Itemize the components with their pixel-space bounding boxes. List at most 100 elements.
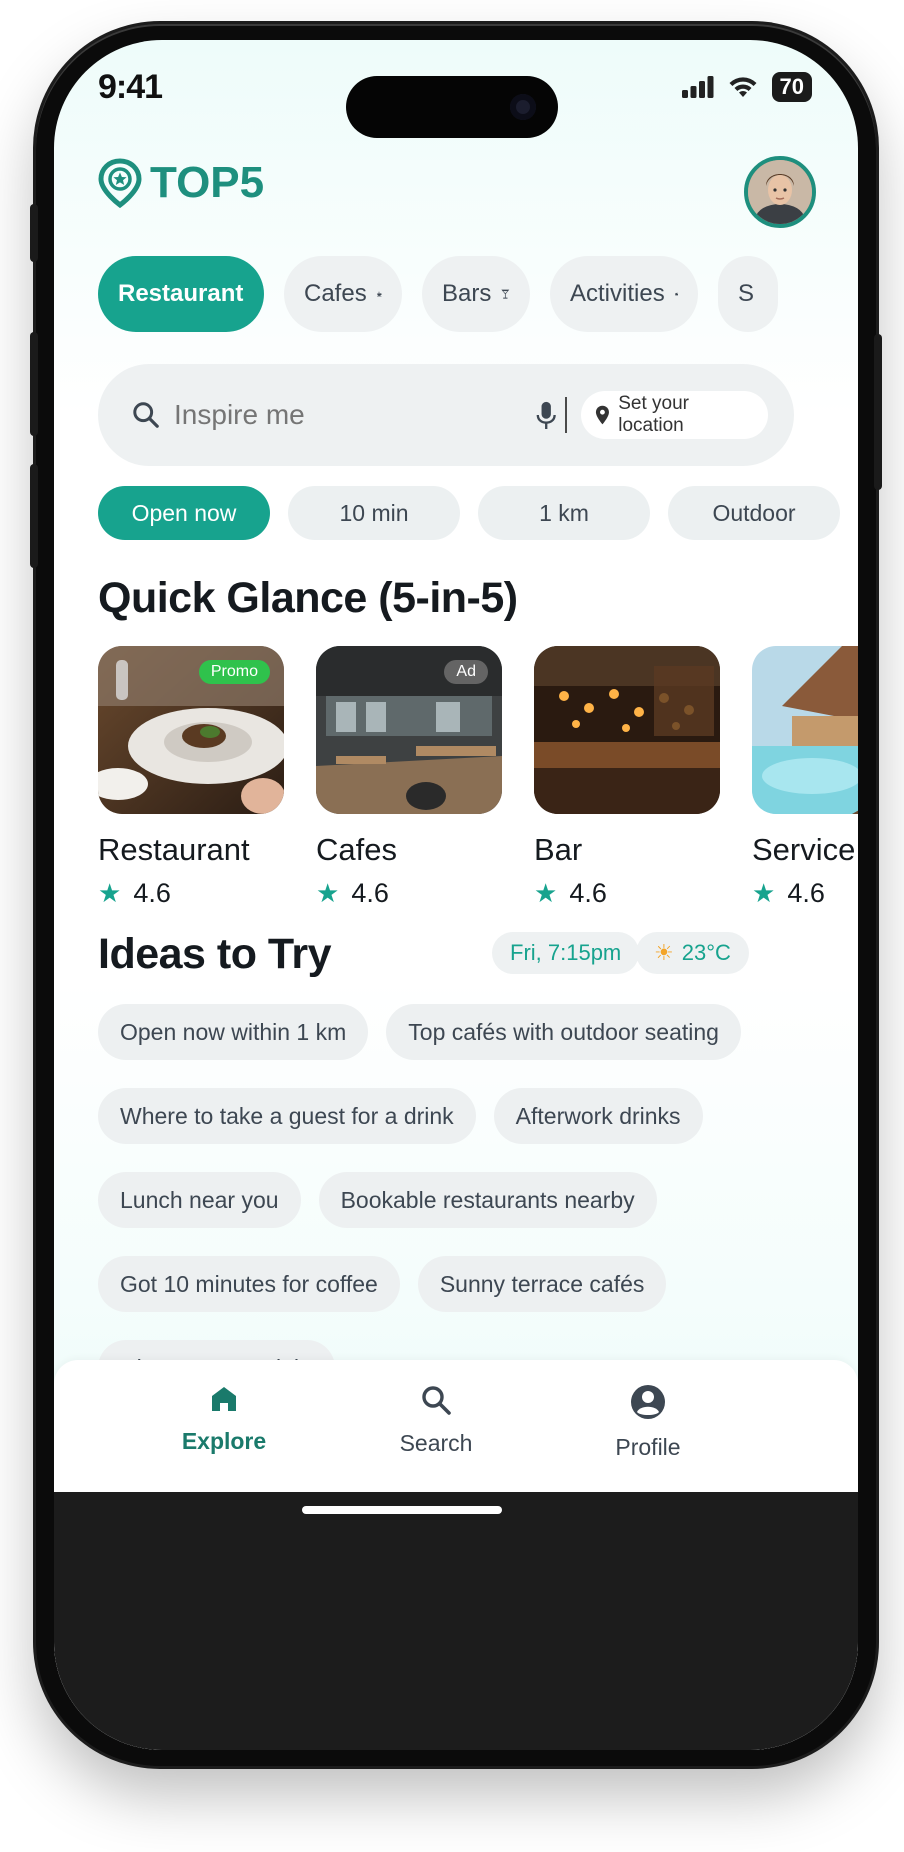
category-more[interactable]: S <box>718 256 778 332</box>
search-icon <box>422 1386 451 1415</box>
service-photo <box>752 646 858 814</box>
filter-10-min[interactable]: 10 min <box>288 486 460 540</box>
quick-glance-card[interactable]: Ad Cafes ★ 4.6 <box>316 646 502 909</box>
card-rating: ★ 4.6 <box>98 878 284 909</box>
filter-open-now[interactable]: Open now <box>98 486 270 540</box>
ticket-icon <box>674 292 678 296</box>
restaurant-photo: Promo <box>98 646 284 814</box>
search-input[interactable] <box>174 399 536 431</box>
battery-indicator: 70 <box>771 72 812 102</box>
app-logo[interactable]: TOP5 <box>98 158 264 208</box>
card-title: Bar <box>534 832 583 867</box>
ideas-row: Got 10 minutes for coffee Sunny terrace … <box>98 1256 814 1312</box>
promo-badge: Promo <box>198 660 270 684</box>
user-circle-icon <box>631 1385 665 1419</box>
status-icons: 70 <box>681 72 812 102</box>
cocktail-icon <box>501 289 510 299</box>
set-location-button[interactable]: Set your location <box>581 391 768 439</box>
ideas-row: Where to take a guest for a drink Afterw… <box>98 1088 814 1144</box>
category-restaurant[interactable]: Restaurant <box>98 256 264 332</box>
quick-glance-card[interactable]: Bar ★ 4.6 <box>534 646 720 909</box>
bottom-bezel <box>54 1492 858 1750</box>
category-activities[interactable]: Activities <box>550 256 698 332</box>
ad-badge: Ad <box>444 660 488 684</box>
cafe-photo: Ad <box>316 646 502 814</box>
dynamic-island <box>346 76 558 138</box>
signal-icon <box>681 76 714 98</box>
sun-icon: ☀ <box>654 940 674 965</box>
search-divider <box>565 397 568 433</box>
category-cafes[interactable]: Cafes <box>284 256 402 332</box>
quick-glance-cards: Promo Restaurant ★ 4.6 Ad Cafes ★ 4.6 Ba… <box>98 646 858 909</box>
star-icon: ★ <box>98 878 122 908</box>
ideas-row: Open now within 1 km Top cafés with outd… <box>98 1004 814 1060</box>
location-pin-icon <box>596 405 610 425</box>
quick-glance-title: Quick Glance (5-in-5) <box>98 574 518 622</box>
camera-icon <box>510 94 536 120</box>
bar-photo <box>534 646 720 814</box>
rating-value: 4.6 <box>133 878 171 908</box>
nav-explore[interactable]: Explore <box>144 1384 304 1455</box>
category-label: Cafes <box>304 280 367 307</box>
home-icon <box>212 1387 236 1411</box>
coffee-cup-icon <box>376 291 382 297</box>
category-bars[interactable]: Bars <box>422 256 530 332</box>
quick-glance-card[interactable]: Service ★ 4.6 <box>752 646 858 909</box>
idea-chip[interactable]: Where to take a guest for a drink <box>98 1088 476 1144</box>
quick-glance-card[interactable]: Promo Restaurant ★ 4.6 <box>98 646 284 909</box>
star-icon: ★ <box>316 878 340 908</box>
filter-outdoor[interactable]: Outdoor <box>668 486 840 540</box>
volume-up-button <box>30 332 38 436</box>
search-bar: Set your location <box>98 364 794 466</box>
star-icon: ★ <box>534 878 558 908</box>
volume-down-button <box>30 464 38 568</box>
category-tabs: Restaurant Cafes Bars Activities S <box>98 256 778 332</box>
weather-text: 23°C <box>681 940 731 965</box>
rating-value: 4.6 <box>569 878 607 908</box>
idea-chip[interactable]: Top cafés with outdoor seating <box>386 1004 741 1060</box>
nav-label: Explore <box>181 1428 267 1454</box>
card-title: Cafes <box>316 832 397 867</box>
card-rating: ★ 4.6 <box>534 878 720 909</box>
category-label: Bars <box>442 280 492 307</box>
app-screen: 9:41 70 TOP5 Restaurant Cafes Bars Activ… <box>54 40 858 1750</box>
microphone-icon[interactable] <box>535 395 557 435</box>
idea-chip[interactable]: Got 10 minutes for coffee <box>98 1256 400 1312</box>
search-icon <box>133 402 159 428</box>
home-indicator[interactable] <box>302 1506 502 1514</box>
category-label: Restaurant <box>118 280 244 307</box>
star-icon: ★ <box>752 878 776 908</box>
idea-chip[interactable]: Afterwork drinks <box>493 1088 703 1144</box>
mute-switch <box>30 204 38 262</box>
avatar-portrait <box>748 160 812 224</box>
phone-frame: 9:41 70 TOP5 Restaurant Cafes Bars Activ… <box>30 24 882 1766</box>
location-label: Set your location <box>618 393 689 436</box>
idea-chip[interactable]: Bookable restaurants nearby <box>318 1172 657 1228</box>
status-time: 9:41 <box>98 68 163 106</box>
ideas-title: Ideas to Try <box>98 930 331 978</box>
rating-value: 4.6 <box>351 878 389 908</box>
category-label: Activities <box>570 280 665 307</box>
weather-pill: ☀ 23°C <box>636 932 749 974</box>
power-button <box>874 334 882 490</box>
card-title: Service <box>752 832 856 867</box>
user-avatar[interactable] <box>744 156 816 228</box>
rating-value: 4.6 <box>787 878 825 908</box>
map-pin-star-icon <box>98 158 142 208</box>
nav-label: Search <box>399 1430 473 1456</box>
nav-profile[interactable]: Profile <box>568 1384 728 1461</box>
idea-chip[interactable]: Lunch near you <box>98 1172 301 1228</box>
idea-chip[interactable]: Open now within 1 km <box>98 1004 369 1060</box>
card-rating: ★ 4.6 <box>316 878 502 909</box>
filter-1-km[interactable]: 1 km <box>478 486 650 540</box>
nav-label: Profile <box>615 1434 681 1460</box>
idea-chip[interactable]: Sunny terrace cafés <box>417 1256 667 1312</box>
datetime-pill: Fri, 7:15pm <box>492 932 640 974</box>
card-rating: ★ 4.6 <box>752 878 858 909</box>
datetime-text: Fri, 7:15pm <box>510 940 622 965</box>
filter-chips: Open now 10 min 1 km Outdoor <box>98 486 840 540</box>
nav-search[interactable]: Search <box>356 1384 516 1457</box>
logo-text: TOP5 <box>150 158 265 207</box>
category-label: S <box>738 280 755 307</box>
card-title: Restaurant <box>98 832 250 867</box>
